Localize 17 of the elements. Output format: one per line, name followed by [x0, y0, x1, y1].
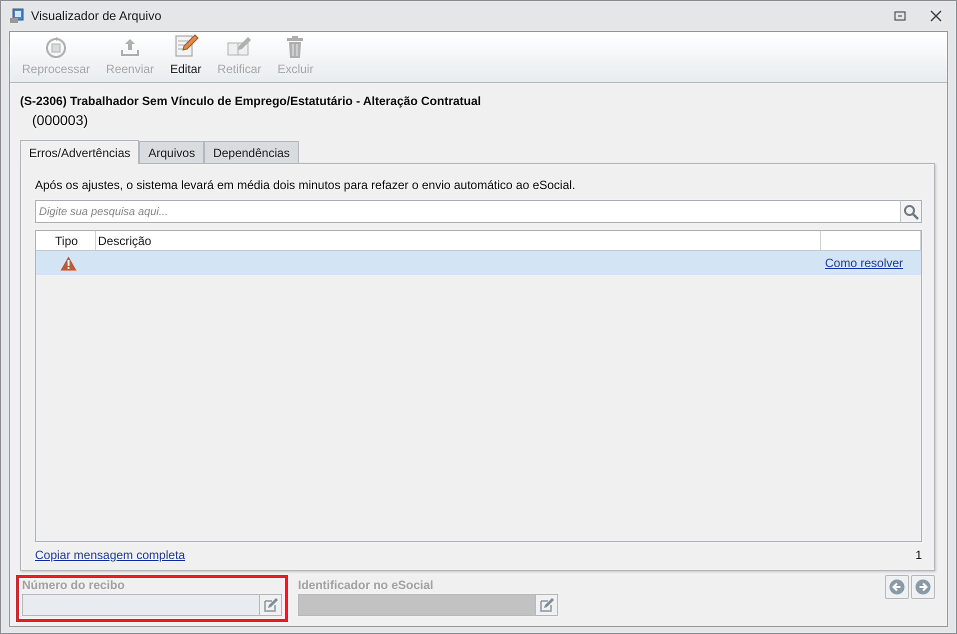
tab[interactable]: Erros/Advertências	[20, 140, 140, 164]
field-label: Identificador no eSocial	[298, 578, 434, 592]
toolbar-button[interactable]: Editar	[162, 32, 210, 82]
column-header: Tipo	[36, 231, 96, 250]
window-title: Visualizador de Arquivo	[31, 9, 162, 23]
event-code: (000003)	[32, 112, 90, 128]
event-title: (S-2306) Trabalhador Sem Vínculo de Emprego/Estatutário - Alteração Contratual	[20, 94, 482, 108]
how-to-fix-link[interactable]: Como resolver	[825, 256, 904, 270]
copy-message-link[interactable]: Copiar mensagem completa	[35, 548, 186, 562]
item-count: 1	[915, 548, 922, 562]
column-header: Descrição	[96, 231, 821, 250]
table-row[interactable]: Como resolver	[36, 251, 921, 275]
tab[interactable]: Dependências	[204, 141, 299, 163]
field-label: Número do recibo	[22, 578, 126, 592]
tab[interactable]: Arquivos	[139, 141, 204, 163]
search-field[interactable]: Digite sua pesquisa aqui...	[35, 200, 900, 223]
notice-text: Após os ajustes, o sistema levará em média dois minutos para refazer o envio automático ao eSocial.	[35, 178, 576, 192]
